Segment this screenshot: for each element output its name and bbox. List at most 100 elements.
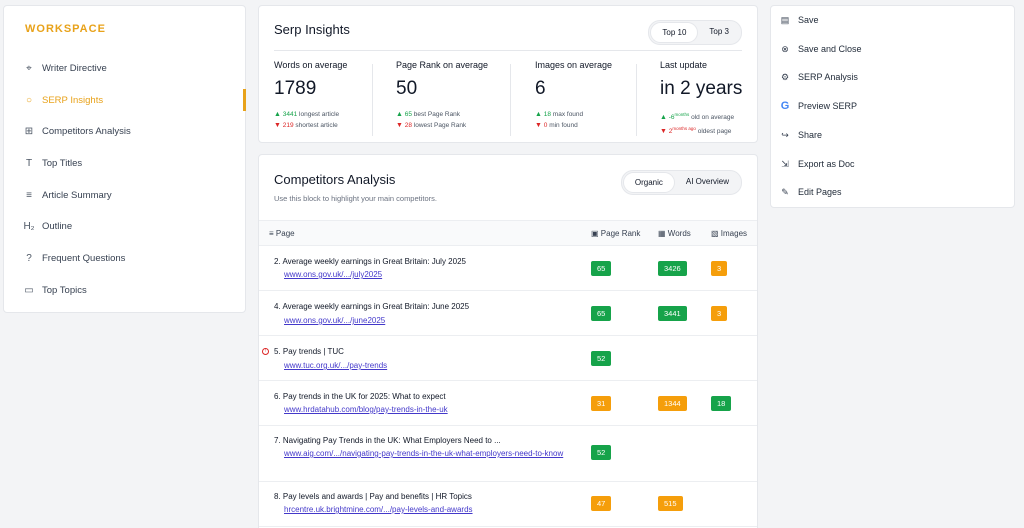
card-title: Serp Insights [274, 22, 350, 37]
arrow-down-icon: ▼ [396, 122, 403, 129]
images-badge: 18 [711, 396, 732, 411]
preview-serp-button[interactable]: G Preview SERP [779, 97, 857, 115]
heading-icon: H₂ [23, 220, 35, 232]
actions-panel: ▤ Save ⊗ Save and Close ⚙ SERP Analysis … [770, 5, 1015, 208]
save-icon: ▤ [780, 14, 790, 25]
stat-value: 6 [535, 78, 546, 99]
table-header: ≡ Page ▣ Page Rank ▦ Words ▧ Images [259, 220, 757, 246]
row-url[interactable]: hrcentre.uk.brightmine.com/.../pay-level… [284, 504, 574, 515]
serp-analysis-button[interactable]: ⚙ SERP Analysis [779, 68, 858, 86]
stat-value: 50 [396, 78, 418, 99]
column-page[interactable]: Page [276, 229, 295, 238]
table-row: 2. Average weekly earnings in Great Brit… [259, 246, 757, 291]
divider [274, 50, 742, 51]
sidebar-item-top-titles[interactable]: T Top Titles [22, 152, 245, 174]
sidebar-item-label: Frequent Questions [42, 252, 126, 264]
column-images[interactable]: Images [721, 229, 747, 238]
export-icon: ⇲ [781, 158, 789, 169]
sidebar-item-label: SERP Insights [42, 94, 104, 106]
row-url[interactable]: www.ons.gov.uk/.../june2025 [284, 315, 574, 326]
images-badge: 3 [711, 261, 728, 276]
card-description: Use this block to highlight your main co… [274, 194, 437, 203]
sidebar-item-label: Writer Directive [42, 62, 107, 74]
sidebar-item-article-summary[interactable]: ≡ Article Summary [22, 184, 245, 206]
page-rank-badge: 52 [591, 445, 612, 460]
sidebar-item-frequent-questions[interactable]: ? Frequent Questions [22, 247, 245, 269]
text-icon: T [25, 157, 33, 169]
toggle-top-3[interactable]: Top 3 [698, 22, 740, 43]
sidebar-title: WORKSPACE [25, 23, 106, 35]
network-icon: ⊞ [24, 125, 34, 137]
save-and-close-button[interactable]: ⊗ Save and Close [779, 40, 861, 58]
edit-pages-button[interactable]: ✎ Edit Pages [779, 183, 841, 201]
row-title: 5. Pay trends | TUC [274, 347, 344, 356]
sidebar-item-label: Competitors Analysis [42, 125, 131, 137]
stat-last-update: Last update in 2 years ▲ -6months old on… [660, 60, 743, 136]
sidebar-item-serp-insights[interactable]: ○ SERP Insights [22, 89, 246, 111]
edit-icon: ✎ [781, 186, 789, 197]
page-rank-badge: 47 [591, 496, 612, 511]
image-icon: ▧ [711, 229, 719, 238]
page-rank-badge: 65 [591, 261, 612, 276]
row-title: 6. Pay trends in the UK for 2025: What t… [274, 392, 446, 401]
sidebar-item-label: Top Topics [42, 284, 87, 296]
table-row: 7. Navigating Pay Trends in the UK: What… [259, 426, 757, 482]
row-url[interactable]: www.ons.gov.uk/.../july2025 [284, 269, 574, 280]
stat-page-rank: Page Rank on average 50 ▲ 65 best Page R… [396, 60, 489, 129]
toggle-top-10[interactable]: Top 10 [650, 22, 699, 43]
card-title: Competitors Analysis [274, 172, 396, 187]
arrow-up-icon: ▲ [396, 111, 403, 118]
arrow-up-icon: ▲ [660, 114, 667, 122]
workspace-sidebar: WORKSPACE ⌖ Writer Directive ○ SERP Insi… [3, 5, 246, 313]
active-indicator [243, 89, 246, 111]
stat-label: Page Rank on average [396, 60, 489, 70]
competitors-analysis-card: Competitors Analysis Use this block to h… [258, 154, 758, 528]
target-icon: ⌖ [26, 62, 32, 74]
arrow-down-icon: ▼ [535, 122, 542, 129]
lightbulb-icon: ○ [25, 94, 33, 106]
list-icon: ≡ [269, 229, 274, 238]
toggle-organic[interactable]: Organic [622, 172, 675, 193]
source-toggle: Organic AI Overview [620, 170, 742, 195]
save-button[interactable]: ▤ Save [779, 11, 819, 29]
row-title: 7. Navigating Pay Trends in the UK: What… [274, 436, 501, 445]
table-row: 8. Pay levels and awards | Pay and benef… [259, 482, 757, 527]
sidebar-item-outline[interactable]: H₂ Outline [22, 215, 245, 237]
sidebar-item-label: Article Summary [42, 189, 112, 201]
row-url[interactable]: www.aig.com/.../navigating-pay-trends-in… [284, 448, 574, 459]
export-doc-button[interactable]: ⇲ Export as Doc [779, 155, 854, 173]
toggle-ai-overview[interactable]: AI Overview [675, 172, 740, 193]
arrow-down-icon: ▼ [660, 128, 667, 136]
images-badge: 3 [711, 306, 728, 321]
row-title: 2. Average weekly earnings in Great Brit… [274, 257, 466, 266]
sidebar-item-top-topics[interactable]: ▭ Top Topics [22, 279, 245, 301]
stat-words: Words on average 1789 ▲ 3441 longest art… [274, 60, 348, 129]
words-badge: 3441 [658, 306, 687, 321]
column-page-rank[interactable]: Page Rank [601, 229, 641, 238]
share-button[interactable]: ↪ Share [779, 126, 822, 144]
stat-label: Images on average [535, 60, 613, 70]
page-rank-badge: 52 [591, 351, 612, 366]
page-rank-badge: 65 [591, 306, 612, 321]
sidebar-item-competitors-analysis[interactable]: ⊞ Competitors Analysis [22, 120, 245, 142]
row-title: 4. Average weekly earnings in Great Brit… [274, 302, 470, 311]
stat-value: 1789 [274, 78, 317, 99]
share-icon: ↪ [781, 129, 789, 140]
sidebar-item-writer-directive[interactable]: ⌖ Writer Directive [22, 57, 245, 79]
table-row: 4. Average weekly earnings in Great Brit… [259, 291, 757, 336]
stat-images: Images on average 6 ▲ 18 max found ▼ 0 mi… [535, 60, 613, 129]
column-words[interactable]: Words [668, 229, 691, 238]
arrow-up-icon: ▲ [535, 111, 542, 118]
table-row: 6. Pay trends in the UK for 2025: What t… [259, 381, 757, 426]
lines-icon: ≡ [26, 189, 32, 201]
row-url[interactable]: www.hrdatahub.com/blog/pay-trends-in-the… [284, 404, 574, 415]
table-row: ! 5. Pay trends | TUC www.tuc.org.uk/...… [259, 336, 757, 381]
row-url[interactable]: www.tuc.org.uk/.../pay-trends [284, 360, 574, 371]
page-rank-badge: 31 [591, 396, 612, 411]
warning-icon: ! [262, 348, 269, 355]
folder-icon: ▭ [24, 284, 34, 296]
sidebar-item-label: Top Titles [42, 157, 83, 169]
arrow-down-icon: ▼ [274, 122, 281, 129]
words-icon: ▦ [658, 229, 666, 238]
stat-value: in 2 years [660, 78, 743, 99]
